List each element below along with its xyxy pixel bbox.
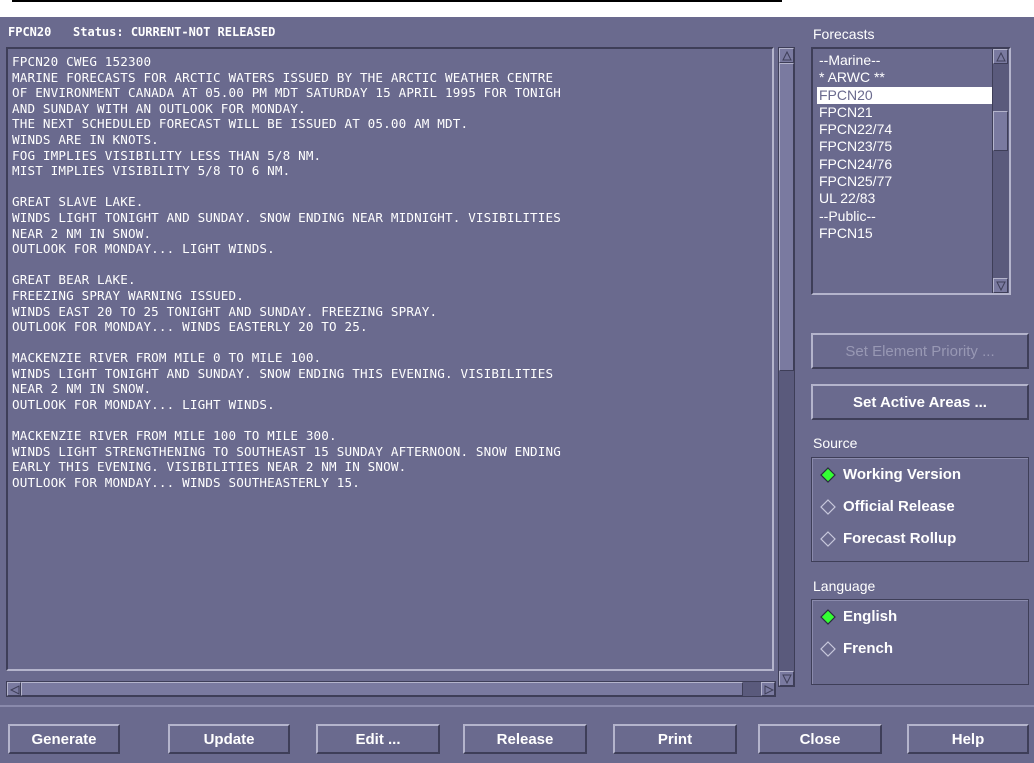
language-label: Language <box>813 578 876 594</box>
radio-label: Official Release <box>843 498 955 515</box>
text-line <box>12 179 768 195</box>
generate-button[interactable]: Generate <box>8 724 120 754</box>
text-line: MARINE FORECASTS FOR ARCTIC WATERS ISSUE… <box>12 69 554 85</box>
text-line: FPCN20 CWEG 152300 <box>12 54 152 69</box>
text-line: FOG IMPLIES VISIBILITY LESS THAN 5/8 NM. <box>12 147 322 163</box>
text-line: GREAT SLAVE LAKE. <box>12 194 144 210</box>
radio-diamond-icon[interactable] <box>820 466 836 483</box>
text-line: OUTLOOK FOR MONDAY... WINDS SOUTHEASTERL… <box>12 475 360 491</box>
source-radio-group: Working Version Official Release Forecast … <box>811 457 1029 562</box>
radio-diamond-icon[interactable] <box>820 530 836 547</box>
update-button[interactable]: Update <box>168 724 290 754</box>
forecast-list-item[interactable]: FPCN24/76 <box>817 156 997 173</box>
text-line: MACKENZIE RIVER FROM MILE 100 TO MILE 30… <box>12 428 337 444</box>
forecast-list-item[interactable]: FPCN25/77 <box>817 173 997 190</box>
top-divider <box>12 0 782 2</box>
forecast-list-item[interactable]: FPCN15 <box>817 225 997 242</box>
forecast-list-item[interactable]: FPCN23/75 <box>817 138 997 155</box>
forecasts-list[interactable]: --Marine-- * ARWC ** FPCN20 FPCN21 FPCN22/74… <box>811 47 1011 295</box>
list-scroll-down-arrow-icon[interactable] <box>993 278 1008 293</box>
forecasts-label: Forecasts <box>813 26 875 42</box>
scroll-down-arrow-icon[interactable] <box>779 671 794 686</box>
radio-diamond-icon[interactable] <box>820 640 836 657</box>
scroll-right-arrow-icon[interactable] <box>761 682 775 696</box>
language-radio-group: English French <box>811 599 1029 685</box>
radio-label: French <box>843 640 894 657</box>
text-line <box>12 335 768 351</box>
text-line: EARLY THIS EVENING. VISIBILITIES NEAR 2 … <box>12 459 407 475</box>
text-line: WINDS LIGHT TONIGHT AND SUNDAY. SNOW END… <box>12 365 554 381</box>
text-line: AND SUNDAY WITH AN OUTLOOK FOR MONDAY. <box>12 100 306 116</box>
text-line <box>12 413 768 429</box>
forecast-text[interactable]: FPCN20 CWEG 152300 MARINE FORECASTS FOR A… <box>12 54 768 491</box>
set-active-areas-button[interactable]: Set Active Areas ... <box>811 384 1029 420</box>
forecasts-list-scrollbar[interactable] <box>992 49 1009 293</box>
text-line: OUTLOOK FOR MONDAY... LIGHT WINDS. <box>12 397 275 413</box>
release-button[interactable]: Release <box>463 724 587 754</box>
scroll-thumb[interactable] <box>779 63 794 371</box>
text-line: OUTLOOK FOR MONDAY... LIGHT WINDS. <box>12 241 275 257</box>
help-button[interactable]: Help <box>907 724 1029 754</box>
forecast-list-item[interactable]: UL 22/83 <box>817 190 997 207</box>
radio-label: Working Version <box>843 466 962 483</box>
source-label: Source <box>813 435 858 451</box>
text-line: WINDS EAST 20 TO 25 TONIGHT AND SUNDAY. … <box>12 303 438 319</box>
source-option-working-version[interactable]: Working Version <box>820 466 961 483</box>
text-line: MACKENZIE RIVER FROM MILE 0 TO MILE 100. <box>12 350 322 366</box>
text-line: THE NEXT SCHEDULED FORECAST WILL BE ISSU… <box>12 116 469 132</box>
forecast-list-item[interactable]: FPCN22/74 <box>817 121 997 138</box>
print-button[interactable]: Print <box>613 724 737 754</box>
close-button[interactable]: Close <box>758 724 882 754</box>
text-line: GREAT BEAR LAKE. <box>12 272 136 288</box>
source-option-official-release[interactable]: Official Release <box>820 498 955 515</box>
scroll-left-arrow-icon[interactable] <box>7 682 21 696</box>
forecast-window: FPCN20 Status: CURRENT-NOT RELEASED FPCN… <box>0 17 1034 763</box>
set-element-priority-button[interactable]: Set Element Priority ... <box>811 333 1029 369</box>
radio-diamond-icon[interactable] <box>820 498 836 515</box>
source-option-forecast-rollup[interactable]: Forecast Rollup <box>820 530 956 547</box>
forecast-list-item[interactable]: --Public-- <box>817 208 997 225</box>
text-line: FREEZING SPRAY WARNING ISSUED. <box>12 287 244 303</box>
text-line: NEAR 2 NM IN SNOW. <box>12 381 152 397</box>
text-line: OF ENVIRONMENT CANADA AT 05.00 PM MDT SA… <box>12 85 561 101</box>
list-scroll-up-arrow-icon[interactable] <box>993 49 1008 64</box>
radio-diamond-icon[interactable] <box>820 608 836 625</box>
text-line: WINDS LIGHT STRENGTHENING TO SOUTHEAST 1… <box>12 443 561 459</box>
forecasts-list-items: --Marine-- * ARWC ** FPCN20 FPCN21 FPCN22/74… <box>817 52 997 242</box>
language-option-english[interactable]: English <box>820 608 897 625</box>
scroll-up-arrow-icon[interactable] <box>779 48 794 63</box>
language-option-french[interactable]: French <box>820 640 893 657</box>
text-line: WINDS LIGHT TONIGHT AND SUNDAY. SNOW END… <box>12 209 561 225</box>
radio-label: Forecast Rollup <box>843 530 957 547</box>
radio-label: English <box>843 608 898 625</box>
text-line <box>12 257 768 273</box>
bottom-button-bar: Generate Update Edit ... Release Print Close H… <box>0 705 1034 763</box>
forecast-list-item[interactable]: * ARWC ** <box>817 69 997 86</box>
window-title: FPCN20 Status: CURRENT-NOT RELEASED <box>8 25 276 39</box>
text-line: MIST IMPLIES VISIBILITY 5/8 TO 6 NM. <box>12 163 291 179</box>
forecast-text-area[interactable]: FPCN20 CWEG 152300 MARINE FORECASTS FOR A… <box>6 47 774 671</box>
list-scroll-thumb[interactable] <box>993 111 1008 151</box>
text-line: OUTLOOK FOR MONDAY... WINDS EASTERLY 20 … <box>12 319 368 335</box>
text-line: NEAR 2 NM IN SNOW. <box>12 225 152 241</box>
text-vertical-scrollbar[interactable] <box>778 47 795 687</box>
text-horizontal-scrollbar[interactable] <box>6 681 776 697</box>
forecast-list-item[interactable]: FPCN20 <box>817 86 997 104</box>
text-line: WINDS ARE IN KNOTS. <box>12 131 159 147</box>
forecast-list-item[interactable]: FPCN21 <box>817 104 997 121</box>
hscroll-thumb[interactable] <box>21 682 743 696</box>
forecast-list-item[interactable]: --Marine-- <box>817 52 997 69</box>
edit-button[interactable]: Edit ... <box>316 724 440 754</box>
